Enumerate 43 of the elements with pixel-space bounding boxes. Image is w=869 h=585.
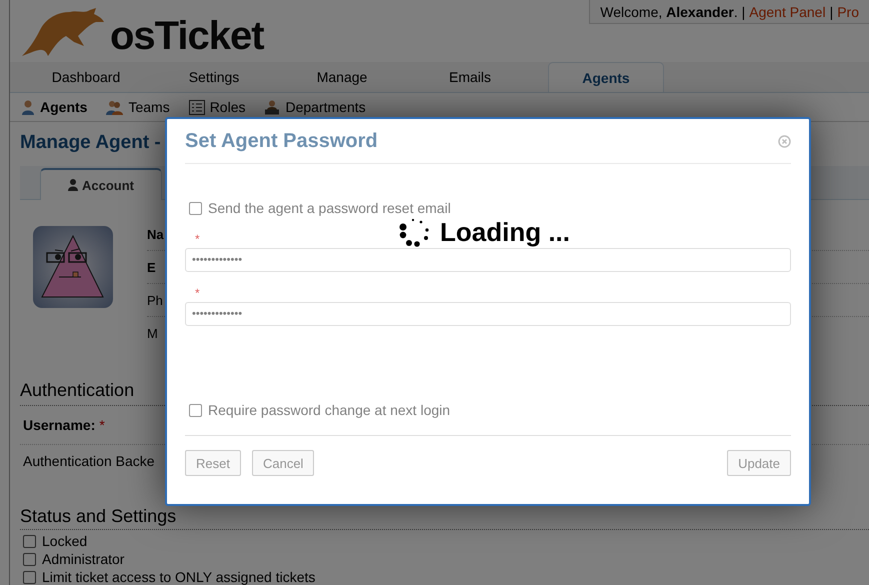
nav-tab[interactable]: Settings [150,62,278,92]
header-link[interactable]: Pro [837,4,859,20]
checkbox-label: Send the agent a password reset email [208,200,451,216]
header-link[interactable]: Agent Panel [749,4,826,20]
logo-text: osTicket [110,16,264,58]
required-mark: * [195,286,200,302]
checkbox[interactable] [23,570,36,584]
subnav-link[interactable]: Teams [106,99,170,115]
list-icon [188,100,205,114]
loading-text: Loading ... [440,217,570,248]
password-field[interactable]: ••••••••••••• [185,302,791,326]
subnav-link[interactable]: Departments [264,99,366,115]
people-icon [106,100,124,114]
subnav-link[interactable]: Roles [188,99,246,115]
page-title: Manage Agent - [20,132,161,155]
welcome-text: Welcome, Alexander. | [600,4,746,20]
person-icon [21,100,35,114]
checkbox[interactable] [23,534,36,548]
nav-tab[interactable]: Agents [548,62,664,92]
page-tab[interactable]: Account [40,168,162,200]
dialog-title: Set Agent Password [185,130,378,152]
nav-tab[interactable]: Manage [278,62,406,92]
field-label: Authentication Backe [23,453,155,469]
field-label: M [147,326,158,340]
nav-tab[interactable]: Emails [406,62,534,92]
field-label: E [147,260,156,274]
subnav-link[interactable]: Agents [21,99,88,115]
nav-tab[interactable]: Dashboard [22,62,150,92]
checkbox-label: Locked [42,533,88,549]
password-field[interactable]: ••••••••••••• [185,248,791,272]
checkbox-label: Administrator [42,551,124,567]
user-icon [68,179,78,191]
checkbox[interactable] [23,552,36,566]
required-mark: * [99,417,105,433]
checkbox[interactable] [189,202,202,214]
checkbox-label: Limit ticket access to ONLY assigned tickets [42,569,316,585]
link-separator: | [830,4,834,20]
field-label: Ph [147,292,163,308]
required-mark: * [195,232,200,248]
field-label: Na [147,226,164,242]
checkbox[interactable] [189,404,202,416]
field-label: Username: [23,417,96,433]
person-at-desk-icon [264,100,280,114]
